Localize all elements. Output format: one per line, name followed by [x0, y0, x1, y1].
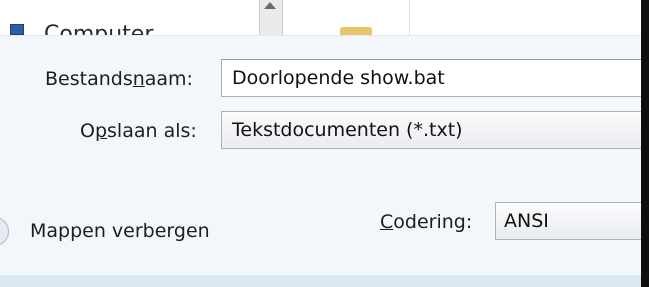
encoding-select[interactable]: ANSI — [495, 202, 641, 240]
encoding-value: ANSI — [504, 210, 549, 232]
filename-label: Bestandsnaam: — [45, 68, 193, 90]
computer-nav-item[interactable]: Computer — [44, 22, 153, 35]
hide-folders-button[interactable]: Mappen verbergen — [30, 220, 210, 242]
scrollbar[interactable] — [259, 0, 283, 35]
folder-browser-strip: Computer — [0, 0, 641, 36]
computer-icon — [10, 24, 24, 35]
button-bar — [0, 275, 641, 287]
divider — [409, 0, 410, 35]
filename-input[interactable]: Doorlopende show.bat — [221, 59, 641, 97]
encoding-label: Codering: — [380, 211, 473, 233]
saveas-type-value: Tekstdocumenten (*.txt) — [232, 119, 463, 141]
save-dialog: Computer Bestandsnaam: Doorlopende show.… — [0, 0, 649, 287]
saveas-label: Opslaan als: — [80, 120, 197, 142]
hide-folders-chevron-icon[interactable] — [0, 217, 9, 246]
saveas-type-select[interactable]: Tekstdocumenten (*.txt) — [221, 111, 641, 149]
filename-input-value: Doorlopende show.bat — [232, 67, 445, 89]
scroll-up-arrow-icon[interactable] — [264, 2, 276, 9]
folder-icon — [340, 27, 372, 35]
